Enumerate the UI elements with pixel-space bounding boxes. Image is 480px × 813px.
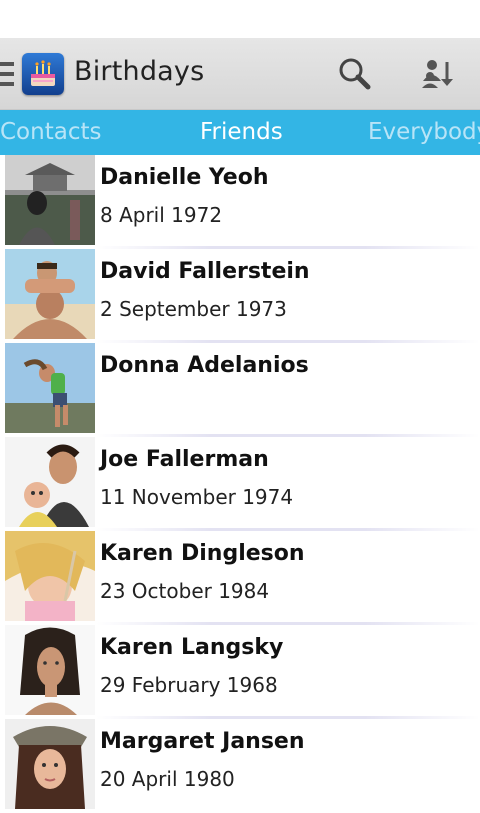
contact-name: Danielle Yeoh <box>100 165 269 190</box>
contact-name: David Fallerstein <box>100 259 310 284</box>
list-item[interactable]: Joe Fallerman 11 November 1974 <box>0 437 480 531</box>
list-item[interactable]: Karen Dingleson 23 October 1984 <box>0 531 480 625</box>
action-bar: Birthdays <box>0 38 480 110</box>
avatar <box>5 625 95 715</box>
avatar <box>5 531 95 621</box>
tab-bar: Contacts Friends Everybody <box>0 110 480 155</box>
list-item[interactable]: Donna Adelanios <box>0 343 480 437</box>
contact-name: Donna Adelanios <box>100 353 309 378</box>
contact-name: Joe Fallerman <box>100 447 269 472</box>
contact-name: Karen Dingleson <box>100 541 305 566</box>
contact-birthday: 8 April 1972 <box>100 203 223 227</box>
status-bar <box>0 0 480 38</box>
avatar <box>5 343 95 433</box>
app-title: Birthdays <box>74 56 205 87</box>
avatar <box>5 155 95 245</box>
contact-birthday: 2 September 1973 <box>100 297 287 321</box>
contact-birthday: 11 November 1974 <box>100 485 294 509</box>
birthday-cake-icon[interactable] <box>22 53 64 95</box>
sort-button[interactable] <box>416 52 460 96</box>
contact-birthday: 29 February 1968 <box>100 673 278 697</box>
avatar <box>5 719 95 809</box>
list-item[interactable]: Danielle Yeoh 8 April 1972 <box>0 155 480 249</box>
contact-list: Danielle Yeoh 8 April 1972 David Fallers… <box>0 155 480 813</box>
list-item[interactable]: David Fallerstein 2 September 1973 <box>0 249 480 343</box>
avatar <box>5 437 95 527</box>
tab-contacts[interactable]: Contacts <box>0 119 101 145</box>
tab-friends[interactable]: Friends <box>200 119 283 145</box>
sort-people-icon <box>422 60 453 88</box>
list-item[interactable]: Margaret Jansen 20 April 1980 <box>0 719 480 813</box>
list-item[interactable]: Karen Langsky 29 February 1968 <box>0 625 480 719</box>
menu-icon[interactable] <box>0 62 14 86</box>
avatar <box>5 249 95 339</box>
search-button[interactable] <box>333 52 377 96</box>
contact-name: Margaret Jansen <box>100 729 305 754</box>
tab-everybody[interactable]: Everybody <box>368 119 480 145</box>
contact-birthday: 20 April 1980 <box>100 767 235 791</box>
contact-name: Karen Langsky <box>100 635 284 660</box>
search-icon <box>339 58 371 90</box>
contact-birthday: 23 October 1984 <box>100 579 270 603</box>
